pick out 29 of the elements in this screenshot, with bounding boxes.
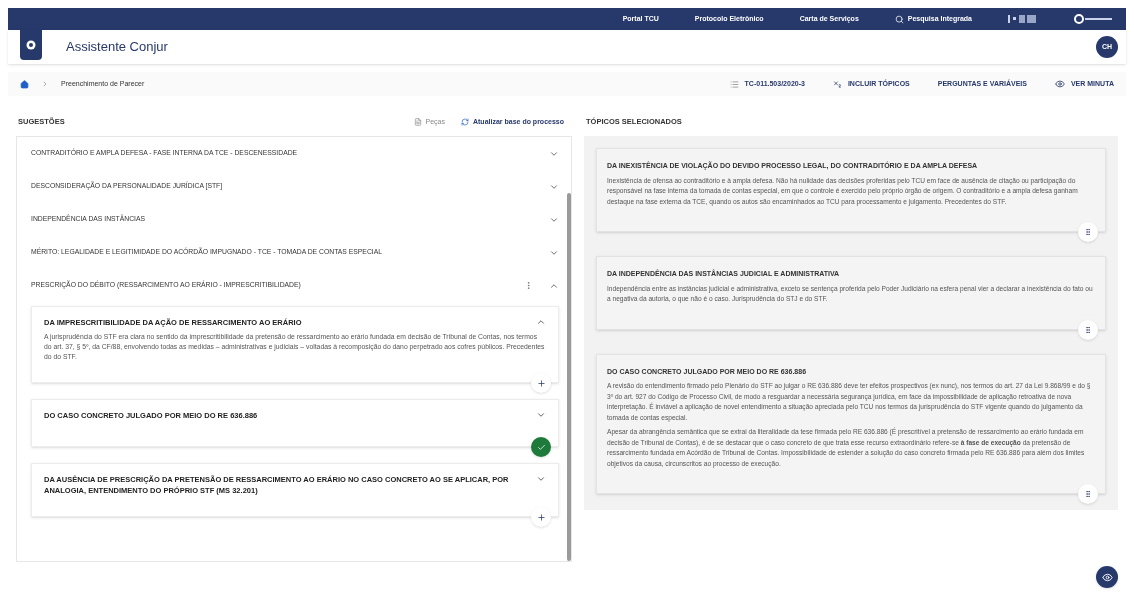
grip-icon (1084, 490, 1092, 498)
added-check-button[interactable] (531, 437, 551, 457)
expand-icon[interactable] (536, 410, 546, 420)
drag-handle[interactable] (1078, 484, 1098, 504)
add-button[interactable] (531, 507, 551, 527)
list-icon (729, 79, 739, 89)
home-icon[interactable] (20, 79, 29, 89)
logo-icon (1074, 14, 1114, 24)
collapse-icon[interactable] (536, 317, 546, 327)
subscript-icon (832, 79, 842, 89)
search-icon (894, 14, 904, 24)
eye-icon (1101, 571, 1113, 583)
refresh-icon (460, 118, 469, 126)
app-title: Assistente Conjur (66, 38, 168, 57)
preview-button[interactable] (1096, 566, 1118, 588)
separator-icon (41, 80, 49, 88)
add-button[interactable] (531, 373, 551, 393)
scrollbar[interactable] (567, 193, 571, 561)
plus-icon (536, 512, 546, 522)
more-icon[interactable] (524, 281, 533, 290)
check-icon (536, 442, 546, 452)
expand-icon[interactable] (536, 474, 546, 484)
grip-icon (1084, 325, 1092, 334)
document-icon (413, 118, 422, 126)
logo-icon (1008, 14, 1038, 24)
drag-handle[interactable] (1078, 222, 1098, 242)
plus-icon (536, 378, 546, 388)
grip-icon (1084, 228, 1092, 236)
eye-icon (1054, 79, 1065, 89)
